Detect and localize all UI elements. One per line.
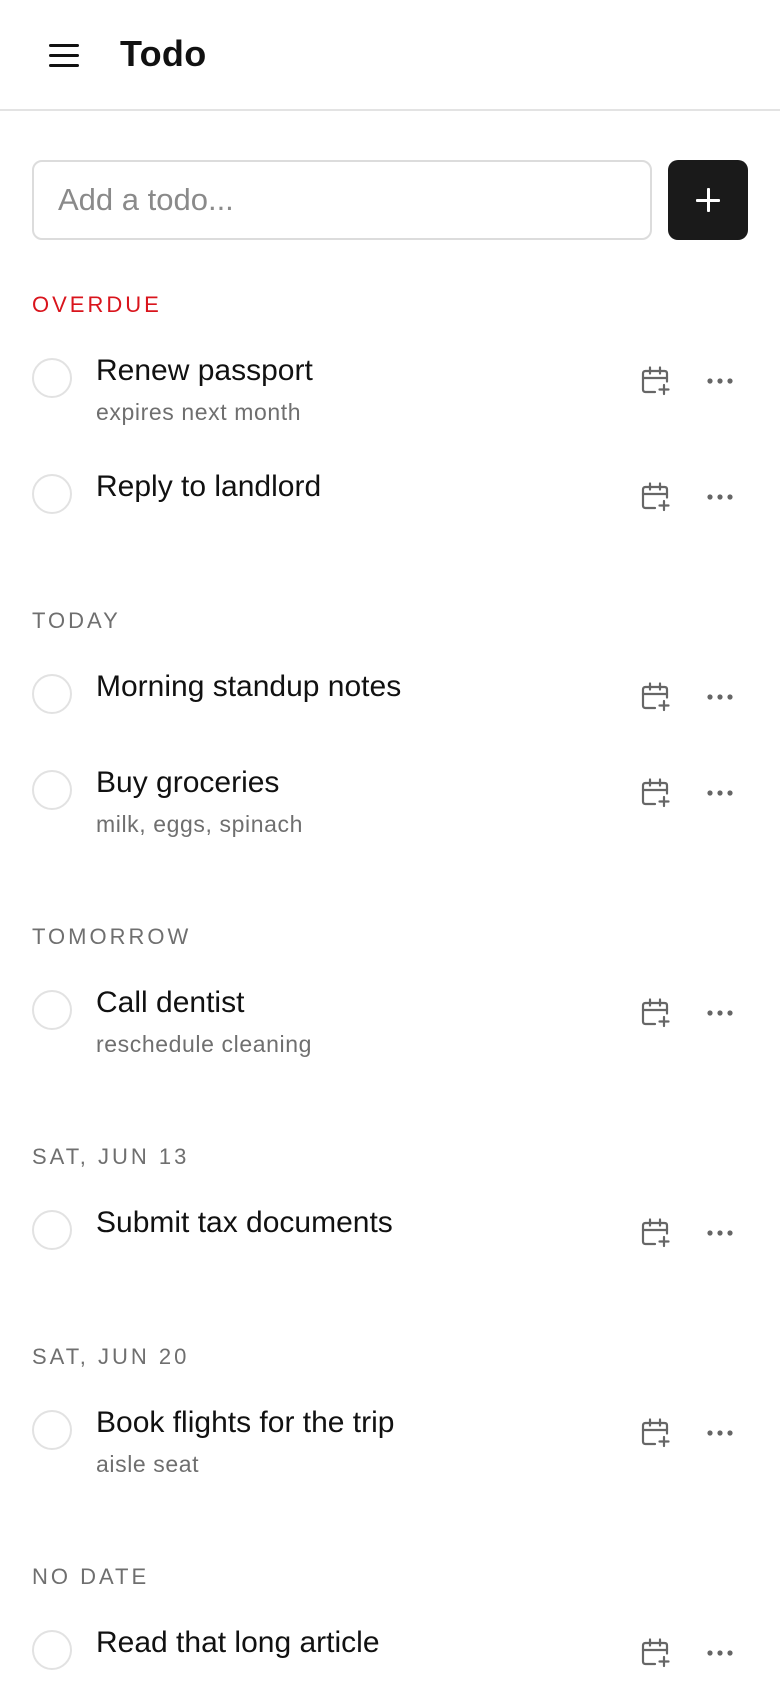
add-todo-row (32, 160, 748, 240)
calendar-plus-icon[interactable] (639, 776, 673, 810)
todo-title: Call dentist (96, 986, 245, 1019)
complete-checkbox[interactable] (32, 1210, 72, 1250)
todo-item[interactable]: Reply to landlord (0, 470, 780, 564)
add-todo-button[interactable] (668, 160, 748, 240)
section-label-date: SAT, JUN 13 (32, 1144, 190, 1169)
todo-title: Buy groceries (96, 766, 280, 799)
section-label-today: TODAY (32, 608, 121, 633)
calendar-plus-icon[interactable] (639, 480, 673, 514)
complete-checkbox[interactable] (32, 358, 72, 398)
todo-item[interactable]: Renew passport expires next month (0, 354, 780, 448)
complete-checkbox[interactable] (32, 1630, 72, 1670)
todo-note: expires next month (96, 399, 302, 425)
complete-checkbox[interactable] (32, 990, 72, 1030)
hamburger-menu-icon[interactable] (44, 38, 84, 74)
complete-checkbox[interactable] (32, 674, 72, 714)
section-label-overdue: OVERDUE (32, 292, 162, 317)
more-horizontal-icon[interactable] (703, 1416, 737, 1450)
more-horizontal-icon[interactable] (703, 680, 737, 714)
todo-note: milk, eggs, spinach (96, 811, 303, 837)
calendar-plus-icon[interactable] (639, 680, 673, 714)
todo-item[interactable]: Morning standup notes (0, 670, 780, 764)
calendar-plus-icon[interactable] (639, 364, 673, 398)
add-todo-input[interactable] (32, 160, 652, 240)
todo-title: Book flights for the trip (96, 1406, 395, 1439)
more-horizontal-icon[interactable] (703, 996, 737, 1030)
todo-item[interactable]: Submit tax documents (0, 1206, 780, 1300)
section-label-no-date: NO DATE (32, 1564, 150, 1589)
todo-title: Morning standup notes (96, 670, 402, 703)
section-label-tomorrow: TOMORROW (32, 924, 192, 949)
calendar-plus-icon[interactable] (639, 996, 673, 1030)
complete-checkbox[interactable] (32, 1410, 72, 1450)
todo-title: Renew passport (96, 354, 313, 387)
more-horizontal-icon[interactable] (703, 480, 737, 514)
todo-note: reschedule cleaning (96, 1031, 312, 1057)
todo-item[interactable]: Read that long article (0, 1626, 780, 1688)
plus-icon (696, 188, 720, 212)
section-label-date: SAT, JUN 20 (32, 1344, 190, 1369)
todo-item[interactable]: Book flights for the trip aisle seat (0, 1406, 780, 1500)
calendar-plus-icon[interactable] (639, 1216, 673, 1250)
calendar-plus-icon[interactable] (639, 1416, 673, 1450)
todo-note: aisle seat (96, 1451, 200, 1477)
todo-item[interactable]: Buy groceries milk, eggs, spinach (0, 766, 780, 860)
todo-title: Read that long article (96, 1626, 380, 1659)
calendar-plus-icon[interactable] (639, 1636, 673, 1670)
page-title: Todo (120, 33, 207, 74)
more-horizontal-icon[interactable] (703, 1216, 737, 1250)
app-header: Todo (0, 0, 780, 111)
todo-title: Submit tax documents (96, 1206, 393, 1239)
more-horizontal-icon[interactable] (703, 364, 737, 398)
todo-item[interactable]: Call dentist reschedule cleaning (0, 986, 780, 1080)
todo-title: Reply to landlord (96, 470, 322, 503)
complete-checkbox[interactable] (32, 474, 72, 514)
more-horizontal-icon[interactable] (703, 1636, 737, 1670)
complete-checkbox[interactable] (32, 770, 72, 810)
more-horizontal-icon[interactable] (703, 776, 737, 810)
